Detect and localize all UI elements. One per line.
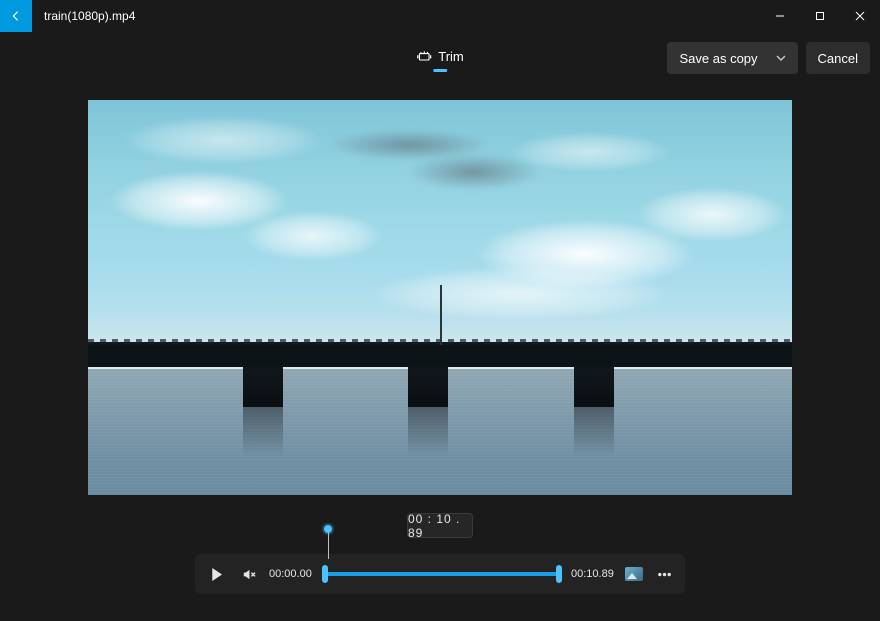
- maximize-button[interactable]: [800, 0, 840, 32]
- timeline-track[interactable]: [323, 559, 561, 589]
- back-button[interactable]: [0, 0, 32, 32]
- playhead[interactable]: [328, 529, 330, 559]
- selection-duration: 00 : 10 . 89: [407, 513, 473, 538]
- chevron-down-icon: [776, 53, 786, 63]
- playback-controlbar: 00:00.00 00:10.89: [195, 554, 685, 594]
- more-options-button[interactable]: [653, 563, 675, 585]
- trim-end-time: 00:10.89: [571, 568, 615, 580]
- mute-button[interactable]: [237, 563, 259, 585]
- preview-area: [0, 84, 880, 505]
- track-selection: [323, 572, 561, 576]
- toolbar: Trim Save as copy Cancel: [0, 32, 880, 84]
- titlebar: train(1080p).mp4: [0, 0, 880, 32]
- speaker-muted-icon: [241, 567, 256, 582]
- trim-handle-end[interactable]: [556, 565, 562, 583]
- video-frame[interactable]: [88, 100, 792, 495]
- playhead-knob[interactable]: [324, 525, 332, 533]
- close-icon: [855, 11, 865, 21]
- close-button[interactable]: [840, 0, 880, 32]
- play-button[interactable]: [205, 563, 227, 585]
- save-as-copy-label: Save as copy: [679, 51, 757, 66]
- trim-start-time: 00:00.00: [269, 568, 313, 580]
- ellipsis-icon: [657, 567, 672, 582]
- arrow-left-icon: [9, 9, 23, 23]
- play-icon: [209, 567, 224, 582]
- frame-thumbnail-icon[interactable]: [625, 567, 643, 581]
- save-as-copy-button[interactable]: Save as copy: [667, 42, 797, 74]
- trim-tool-tab[interactable]: Trim: [410, 45, 470, 72]
- cancel-label: Cancel: [818, 51, 858, 66]
- maximize-icon: [815, 11, 825, 21]
- minimize-button[interactable]: [760, 0, 800, 32]
- trim-icon: [416, 49, 432, 63]
- tab-active-indicator: [433, 69, 447, 72]
- window-controls: [760, 0, 880, 32]
- trim-handle-start[interactable]: [322, 565, 328, 583]
- trim-tool-label: Trim: [438, 49, 464, 64]
- file-name: train(1080p).mp4: [32, 0, 147, 32]
- minimize-icon: [775, 11, 785, 21]
- cancel-button[interactable]: Cancel: [806, 42, 870, 74]
